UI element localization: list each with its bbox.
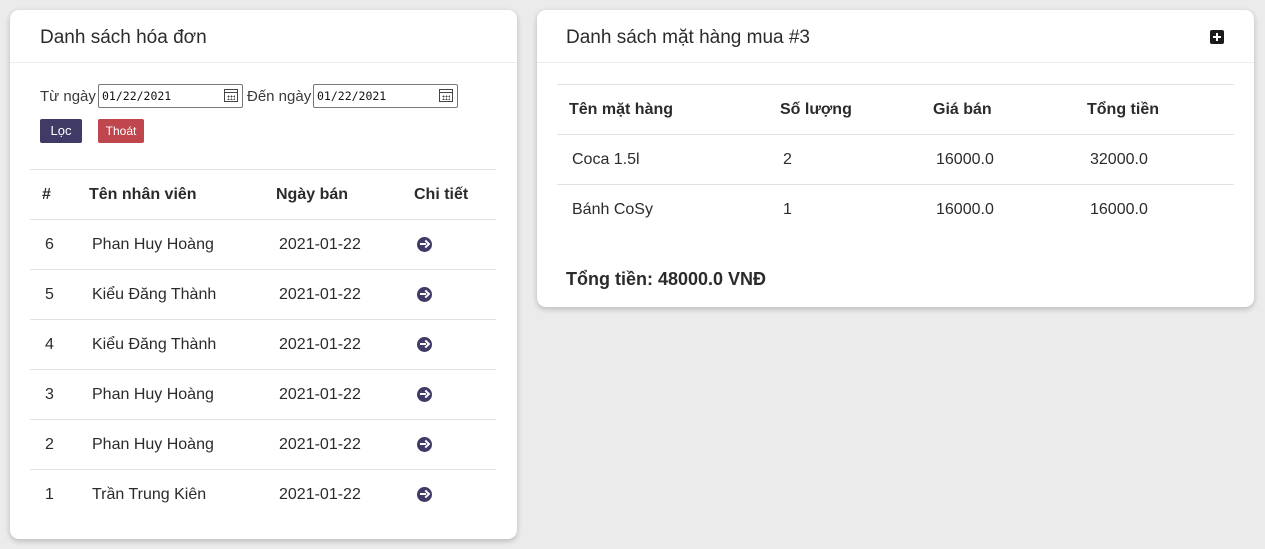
invoice-list-header: Danh sách hóa đơn [10, 10, 517, 63]
purchased-items-header: Danh sách mặt hàng mua #3 [537, 10, 1254, 63]
sale-date: 2021-01-22 [279, 235, 361, 253]
exit-button[interactable]: Thoát [98, 119, 144, 143]
col-header-quantity: Số lượng [780, 100, 852, 118]
employee-name: Phan Huy Hoàng [92, 235, 214, 253]
invoice-list-title: Danh sách hóa đơn [40, 27, 207, 48]
arrow-right-circle-icon[interactable] [417, 386, 432, 402]
col-header-date: Ngày bán [276, 185, 349, 203]
invoice-table: # Tên nhân viên Ngày bán Chi tiết 6 Phan… [30, 169, 496, 519]
employee-name: Trần Trung Kiên [92, 485, 207, 503]
sale-date: 2021-01-22 [279, 285, 361, 303]
employee-name: Phan Huy Hoàng [92, 385, 214, 403]
to-date-input[interactable]: 01/22/2021 [313, 84, 458, 108]
invoice-id: 6 [45, 235, 54, 253]
table-row: 4 Kiểu Đăng Thành 2021-01-22 [30, 319, 496, 370]
table-row: 6 Phan Huy Hoàng 2021-01-22 [30, 219, 496, 270]
sale-date: 2021-01-22 [279, 485, 361, 503]
item-name: Coca 1.5l [572, 150, 640, 168]
col-header-employee: Tên nhân viên [89, 185, 197, 203]
table-row: 2 Phan Huy Hoàng 2021-01-22 [30, 419, 496, 470]
item-price: 16000.0 [936, 150, 994, 168]
employee-name: Kiểu Đăng Thành [92, 335, 217, 353]
invoice-id: 5 [45, 285, 54, 303]
to-date-value: 01/22/2021 [317, 89, 387, 103]
invoice-id: 3 [45, 385, 54, 403]
sale-date: 2021-01-22 [279, 385, 361, 403]
table-header-row: # Tên nhân viên Ngày bán Chi tiết [30, 169, 496, 220]
invoice-list-card: Danh sách hóa đơn Từ ngày 01/22/2021 Đến… [10, 10, 517, 539]
table-row: Coca 1.5l 2 16000.0 32000.0 [557, 134, 1234, 185]
items-table: Tên mặt hàng Số lượng Giá bán Tổng tiền … [557, 84, 1234, 234]
purchased-items-title: Danh sách mặt hàng mua #3 [566, 27, 810, 48]
employee-name: Phan Huy Hoàng [92, 435, 214, 453]
arrow-right-circle-icon[interactable] [417, 486, 432, 502]
table-row: 1 Trần Trung Kiên 2021-01-22 [30, 469, 496, 520]
from-date-label: Từ ngày [40, 88, 96, 105]
item-name: Bánh CoSy [572, 200, 653, 218]
item-total: 32000.0 [1090, 150, 1148, 168]
from-date-input[interactable]: 01/22/2021 [98, 84, 243, 108]
invoice-id: 1 [45, 485, 54, 503]
calendar-icon[interactable] [224, 89, 238, 102]
col-header-price: Giá bán [933, 100, 992, 118]
table-row: 3 Phan Huy Hoàng 2021-01-22 [30, 369, 496, 420]
item-quantity: 1 [783, 200, 792, 218]
sale-date: 2021-01-22 [279, 435, 361, 453]
arrow-right-circle-icon[interactable] [417, 336, 432, 352]
to-date-label: Đến ngày [247, 88, 312, 105]
plus-square-icon[interactable] [1210, 30, 1224, 44]
date-filter-row: Từ ngày 01/22/2021 Đến ngày 01/22/2021 [40, 84, 500, 108]
col-header-total: Tổng tiền [1087, 100, 1159, 118]
arrow-right-circle-icon[interactable] [417, 286, 432, 302]
item-quantity: 2 [783, 150, 792, 168]
col-header-item-name: Tên mặt hàng [569, 100, 674, 118]
table-row: 5 Kiểu Đăng Thành 2021-01-22 [30, 269, 496, 320]
calendar-icon[interactable] [439, 89, 453, 102]
table-row: Bánh CoSy 1 16000.0 16000.0 [557, 184, 1234, 235]
col-header-detail: Chi tiết [414, 185, 469, 203]
purchased-items-card: Danh sách mặt hàng mua #3 Tên mặt hàng S… [537, 10, 1254, 307]
arrow-right-circle-icon[interactable] [417, 236, 432, 252]
invoice-id: 4 [45, 335, 54, 353]
item-price: 16000.0 [936, 200, 994, 218]
col-header-number: # [42, 185, 51, 203]
grand-total: Tổng tiền: 48000.0 VNĐ [566, 269, 767, 289]
invoice-id: 2 [45, 435, 54, 453]
filter-button[interactable]: Lọc [40, 119, 82, 143]
arrow-right-circle-icon[interactable] [417, 436, 432, 452]
sale-date: 2021-01-22 [279, 335, 361, 353]
from-date-value: 01/22/2021 [102, 89, 172, 103]
employee-name: Kiểu Đăng Thành [92, 285, 217, 303]
item-total: 16000.0 [1090, 200, 1148, 218]
table-header-row: Tên mặt hàng Số lượng Giá bán Tổng tiền [557, 84, 1234, 135]
